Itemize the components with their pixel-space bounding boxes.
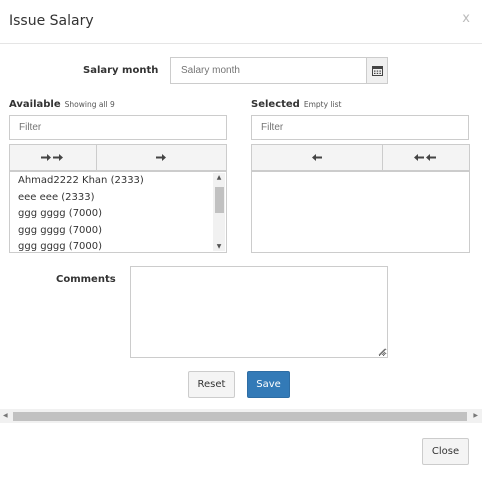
double-arrow-right-icon (41, 154, 63, 161)
salary-month-label: Salary month (83, 65, 159, 76)
horizontal-scrollbar-thumb[interactable] (13, 412, 467, 421)
scroll-up-icon[interactable]: ▲ (213, 174, 225, 181)
reset-button[interactable]: Reset (188, 371, 235, 398)
comments-label: Comments (56, 274, 116, 285)
list-item[interactable]: eee eee (2333) (18, 192, 95, 203)
available-header: Available Showing all 9 (9, 99, 115, 110)
remove-selected-button[interactable] (251, 144, 383, 171)
resize-handle-icon[interactable] (378, 348, 385, 355)
calendar-icon (371, 66, 383, 76)
list-item[interactable]: ggg gggg (7000) (18, 241, 102, 252)
selected-header: Selected Empty list (251, 99, 341, 110)
calendar-button[interactable] (366, 57, 388, 84)
save-button[interactable]: Save (247, 371, 290, 398)
double-arrow-left-icon (414, 154, 436, 161)
listbox-scrollbar[interactable]: ▲ ▼ (213, 173, 225, 251)
remove-all-button[interactable] (382, 144, 470, 171)
arrow-right-icon (156, 154, 166, 161)
selected-status: Empty list (303, 100, 342, 109)
scroll-left-icon[interactable]: ◀ (3, 412, 8, 419)
selected-label: Selected (251, 99, 300, 110)
list-item[interactable]: Ahmad2222 Khan (2333) (18, 175, 144, 186)
list-item[interactable]: ggg gggg (7000) (18, 208, 102, 219)
modal-header: Issue Salary x (0, 0, 482, 44)
close-button[interactable]: Close (422, 438, 469, 465)
comments-textarea[interactable] (130, 266, 388, 358)
available-status: Showing all 9 (64, 100, 115, 109)
selected-filter-input[interactable] (251, 115, 469, 140)
modal-title: Issue Salary (9, 13, 94, 29)
salary-month-input[interactable] (170, 57, 367, 84)
scroll-right-icon[interactable]: ▶ (473, 412, 478, 419)
move-all-button[interactable] (9, 144, 97, 171)
horizontal-scrollbar[interactable]: ◀ ▶ (0, 409, 482, 423)
move-selected-button[interactable] (96, 144, 227, 171)
list-item[interactable]: ggg gggg (7000) (18, 225, 102, 236)
selected-listbox[interactable] (251, 171, 470, 253)
scroll-down-icon[interactable]: ▼ (213, 243, 225, 250)
arrow-left-icon (311, 154, 322, 161)
available-listbox[interactable]: Ahmad2222 Khan (2333) eee eee (2333) ggg… (9, 171, 227, 253)
available-label: Available (9, 99, 61, 110)
issue-salary-modal: Issue Salary x Salary month AvailableSho… (0, 0, 482, 477)
scrollbar-thumb[interactable] (215, 187, 224, 213)
available-filter-input[interactable] (9, 115, 227, 140)
modal-close-icon[interactable]: x (462, 11, 470, 26)
